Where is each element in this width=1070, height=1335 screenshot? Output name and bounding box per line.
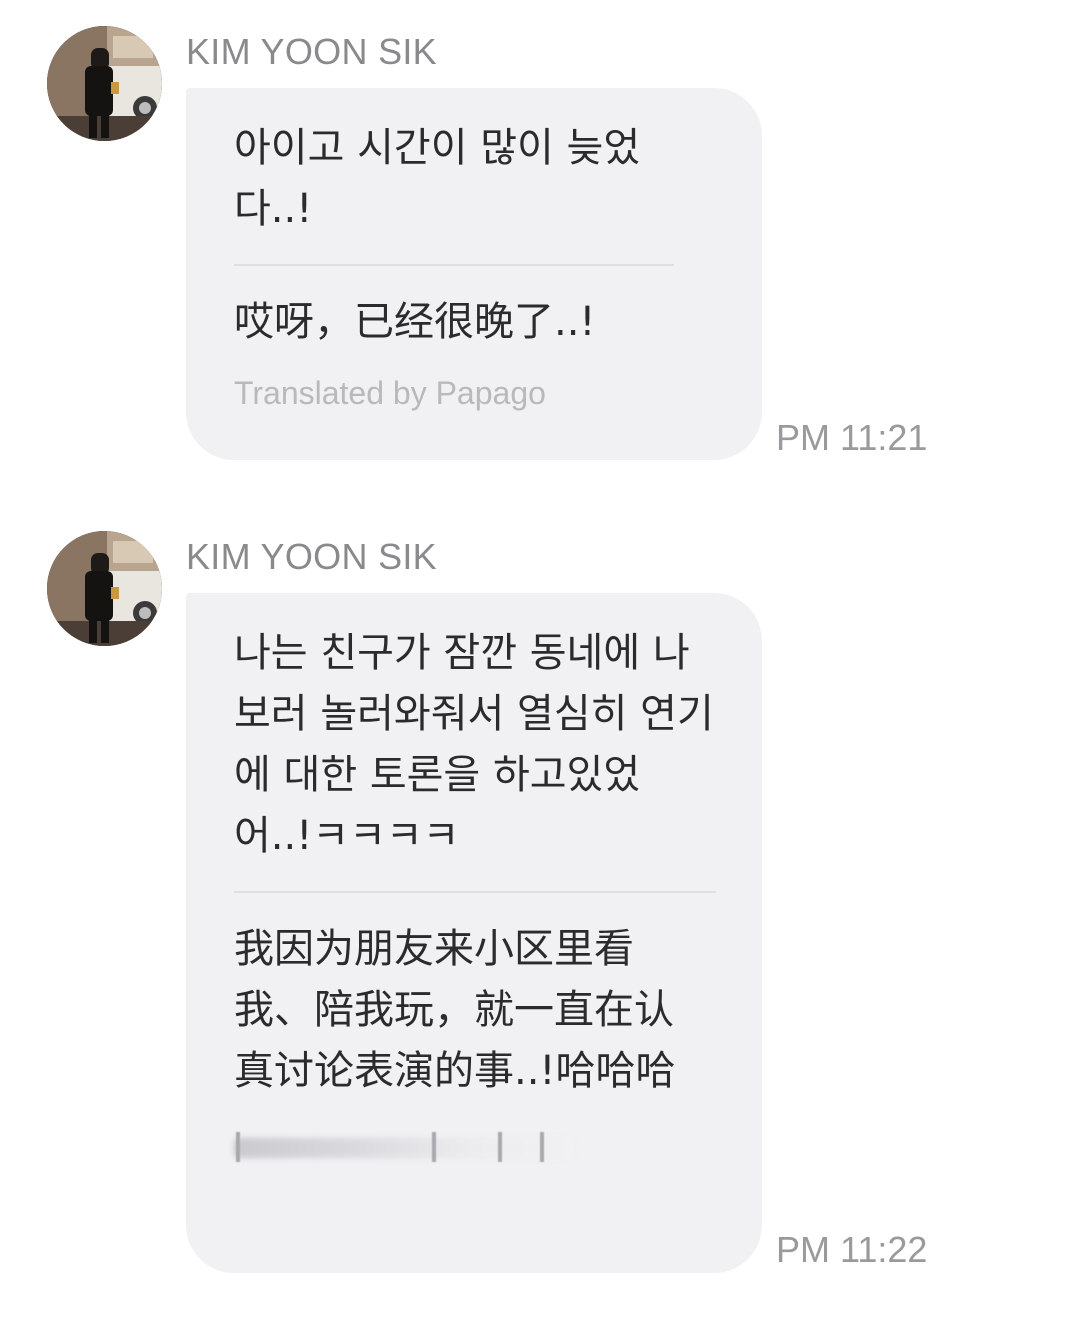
original-text: 나는 친구가 잠깐 동네에 나 보러 놀러와줘서 열심히 연기에 대한 토론을 … [234,630,714,859]
translated-text: 哎呀，已经很晚了..! [234,299,596,345]
chat-message: KIM YOON SIK 아이고 시간이 많이 늦었다..! 哎呀，已经很晚了.… [0,0,1070,480]
sender-avatar[interactable] [47,531,162,646]
sender-name: KIM YOON SIK [186,536,437,577]
sender-avatar[interactable] [47,26,162,141]
blurred-translation-credit [234,1130,574,1164]
message-bubble[interactable]: 나는 친구가 잠깐 동네에 나 보러 놀러와줘서 열심히 연기에 대한 토론을 … [186,593,762,1273]
sender-name: KIM YOON SIK [186,31,437,72]
translation-divider [234,891,716,893]
message-timestamp: PM 11:22 [776,1229,928,1270]
original-text: 아이고 시간이 많이 늦었다..! [234,125,641,232]
translation-divider [234,264,674,266]
translation-credit: Translated by Papago [234,375,546,411]
message-timestamp: PM 11:21 [776,417,928,458]
message-bubble[interactable]: 아이고 시간이 많이 늦었다..! 哎呀，已经很晚了..! Translated… [186,88,762,460]
chat-message: KIM YOON SIK 나는 친구가 잠깐 동네에 나 보러 놀러와줘서 열심… [0,505,1070,1305]
translated-text: 我因为朋友来小区里看我、陪我玩，就一直在认真讨论表演的事..!哈哈哈 [234,926,676,1094]
